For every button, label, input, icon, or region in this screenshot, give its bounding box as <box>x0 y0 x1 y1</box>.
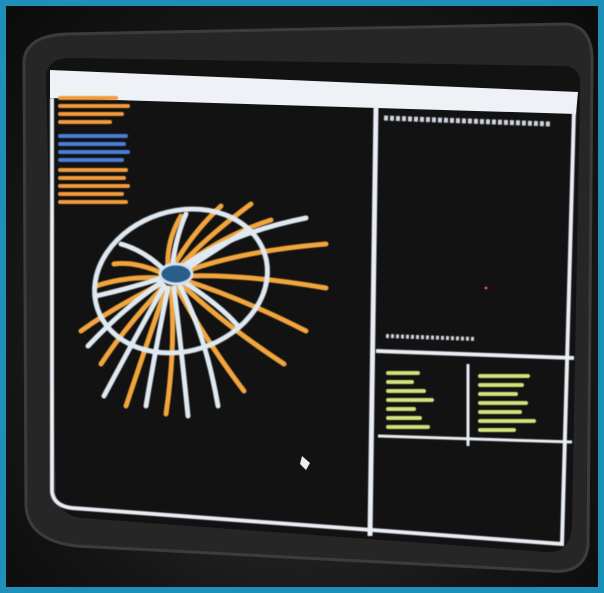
crt-monitor <box>22 22 594 573</box>
photo-frame <box>6 6 598 587</box>
right-panel-dot <box>484 286 488 290</box>
wireframe-hub <box>158 262 194 286</box>
